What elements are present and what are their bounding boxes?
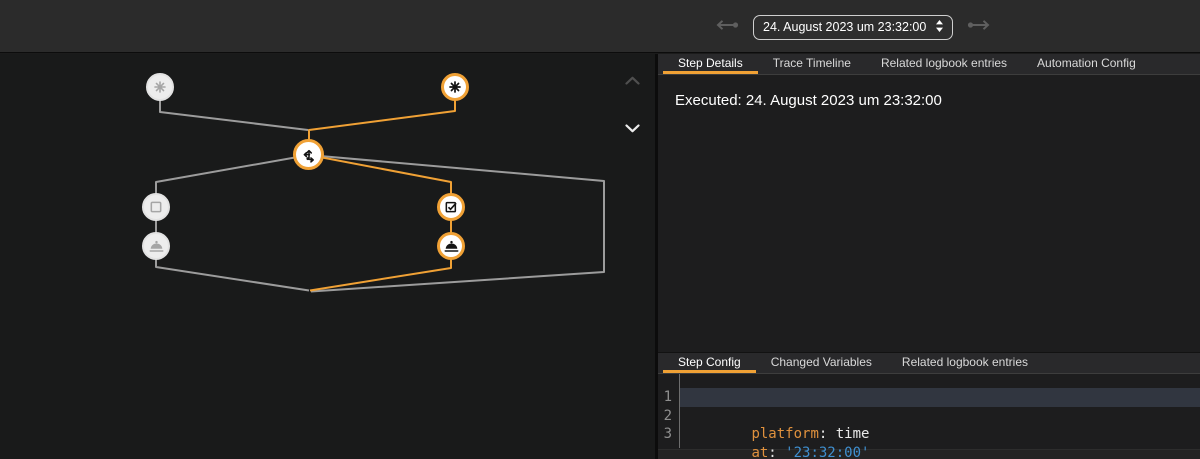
tab-label: Automation Config: [1037, 56, 1136, 70]
tab-step-config[interactable]: Step Config: [663, 353, 756, 373]
code-text: at: '23:32:00': [751, 445, 869, 459]
step-details-content: Executed: 24. August 2023 um 23:32:00: [658, 75, 1200, 126]
trace-details-panel: Step Details Trace Timeline Related logb…: [658, 54, 1200, 459]
chevron-down-icon: [624, 121, 641, 138]
tab-label: Step Details: [678, 56, 743, 70]
top-toolbar: 24. August 2023 um 23:32:00: [0, 0, 1200, 53]
details-tabbar: Step Details Trace Timeline Related logb…: [658, 54, 1200, 75]
tab-changed-variables[interactable]: Changed Variables: [756, 353, 887, 373]
tab-label: Trace Timeline: [773, 56, 851, 70]
line-number: 3: [658, 425, 672, 444]
trace-run-select-value: 24. August 2023 um 23:32:00: [763, 20, 926, 34]
tab-label: Related logbook entries: [902, 355, 1028, 369]
room-service-icon: [443, 238, 460, 255]
code-line: 1 platform: time: [658, 388, 1200, 407]
trace-run-controls: 24. August 2023 um 23:32:00: [714, 14, 992, 40]
tab-related-logbook-entries[interactable]: Related logbook entries: [866, 54, 1022, 74]
line-number: 1: [658, 388, 672, 407]
trigger-node-1[interactable]: [146, 73, 174, 101]
tab-label: Related logbook entries: [881, 56, 1007, 70]
scroll-down-button[interactable]: [624, 121, 641, 132]
tab-label: Changed Variables: [771, 355, 872, 369]
line-number: 2: [658, 407, 672, 426]
tab-label: Step Config: [678, 355, 741, 369]
tab-trace-timeline[interactable]: Trace Timeline: [758, 54, 866, 74]
choose-node[interactable]: [293, 139, 324, 170]
code-line: 3 id: ausschalten: [658, 425, 1200, 444]
condition-node-1[interactable]: [142, 193, 170, 221]
service-node-2[interactable]: [437, 232, 465, 260]
trace-path-lines: [0, 54, 655, 459]
executed-timestamp-text: Executed: 24. August 2023 um 23:32:00: [675, 92, 942, 109]
checkbox-marked-icon: [443, 199, 459, 215]
ray-arrow-left-icon: [714, 18, 740, 36]
chevron-up-icon: [624, 73, 641, 90]
room-service-icon: [148, 238, 165, 255]
step-config-section: Step Config Changed Variables Related lo…: [658, 352, 1200, 459]
code-text: platform: time: [751, 426, 869, 442]
tab-step-details[interactable]: Step Details: [663, 54, 758, 74]
trigger-node-2[interactable]: [441, 73, 469, 101]
editor-footer: [658, 449, 1200, 459]
scroll-up-button[interactable]: [624, 73, 641, 84]
service-node-1[interactable]: [142, 232, 170, 260]
checkbox-blank-icon: [148, 199, 164, 215]
next-trace-button[interactable]: [966, 18, 992, 36]
up-down-spinner-icon: [935, 19, 944, 36]
arrow-decision-icon: [300, 146, 318, 164]
code-line: 2 at: '23:32:00': [658, 407, 1200, 426]
config-tabbar: Step Config Changed Variables Related lo…: [658, 353, 1200, 374]
asterisk-icon: [447, 79, 463, 95]
tab-related-logbook-entries-2[interactable]: Related logbook entries: [887, 353, 1043, 373]
yaml-editor[interactable]: 1 platform: time 2 at: '23:32:00' 3 id: …: [658, 374, 1200, 459]
ray-arrow-right-icon: [966, 18, 992, 36]
trace-run-select[interactable]: 24. August 2023 um 23:32:00: [753, 15, 953, 40]
asterisk-icon: [152, 79, 168, 95]
tab-automation-config[interactable]: Automation Config: [1022, 54, 1151, 74]
automation-trace-graph: [0, 54, 655, 459]
previous-trace-button[interactable]: [714, 18, 740, 36]
condition-node-2[interactable]: [437, 193, 465, 221]
